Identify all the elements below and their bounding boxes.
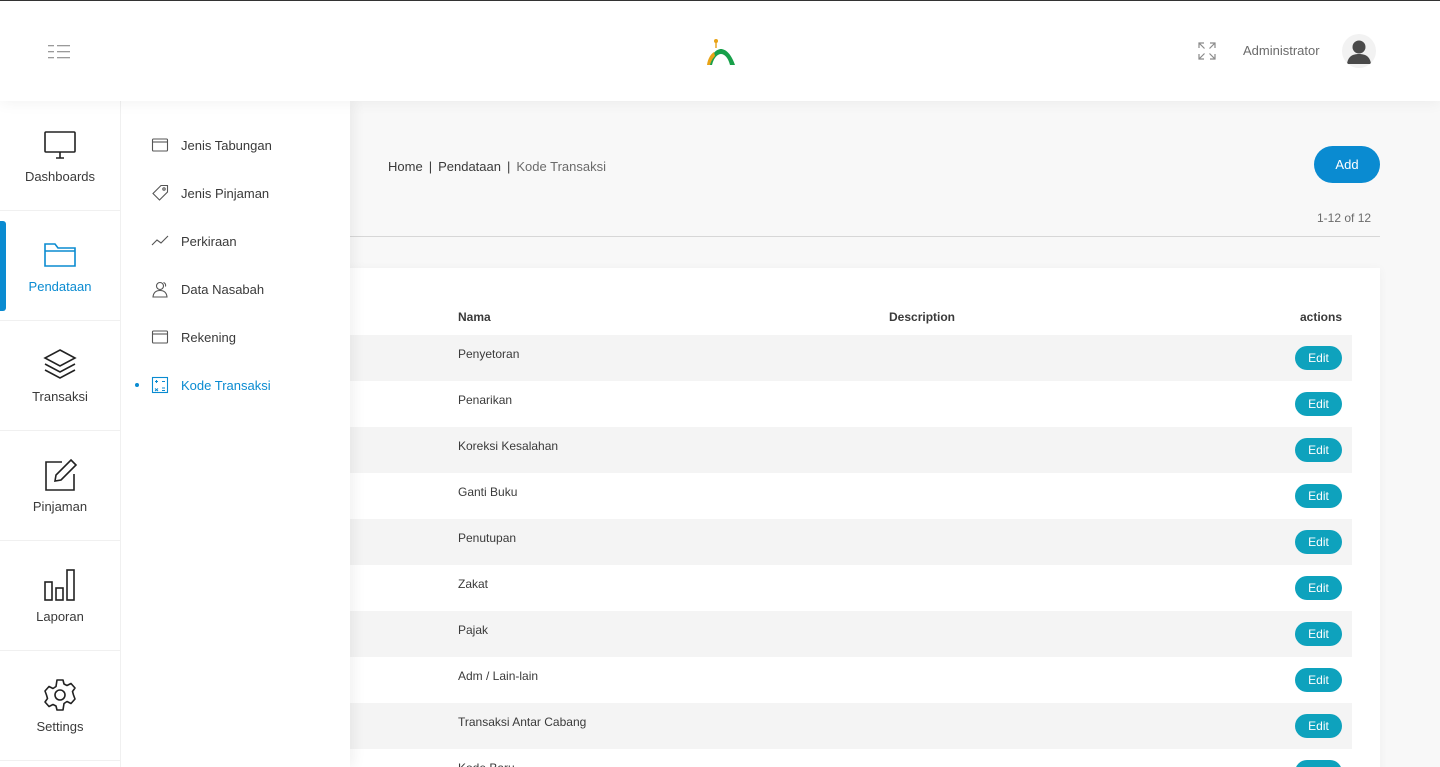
sidebar-item-pendataan[interactable]: Pendataan bbox=[0, 211, 120, 321]
column-header-actions: actions bbox=[1299, 309, 1342, 324]
edit-button[interactable]: Edit bbox=[1295, 438, 1342, 462]
row-description bbox=[889, 519, 1282, 565]
table-row: Penutupan Edit bbox=[328, 519, 1352, 565]
row-description bbox=[889, 611, 1282, 657]
row-description bbox=[889, 565, 1282, 611]
edit-button[interactable]: Edit bbox=[1295, 668, 1342, 692]
divider bbox=[300, 236, 1380, 237]
table-row: Koreksi Kesalahan Edit bbox=[328, 427, 1352, 473]
column-header-description: Description bbox=[889, 309, 956, 324]
sidebar-item-label: Transaksi bbox=[32, 389, 88, 404]
user-name[interactable]: Administrator bbox=[1243, 43, 1320, 58]
row-nama: Transaksi Antar Cabang bbox=[458, 715, 587, 729]
table-row: Pajak Edit bbox=[328, 611, 1352, 657]
table-row: Penarikan Edit bbox=[328, 381, 1352, 427]
sidebar-item-label: Pendataan bbox=[28, 279, 92, 294]
breadcrumb-pendataan[interactable]: Pendataan bbox=[438, 159, 501, 174]
sidebar-item-label: Pinjaman bbox=[32, 499, 88, 514]
edit-button[interactable]: Edit bbox=[1295, 392, 1342, 416]
submenu-item-data-nasabah[interactable]: Data Nasabah bbox=[121, 265, 350, 313]
data-table: Nama Description actions Penyetoran Edit … bbox=[328, 298, 1352, 767]
table-header-row: Nama Description actions bbox=[328, 298, 1352, 335]
column-header-nama: Nama bbox=[458, 309, 491, 324]
wallet-icon bbox=[151, 138, 169, 152]
submenu-item-label: Perkiraan bbox=[181, 233, 237, 249]
sidebar-item-label: Settings bbox=[36, 719, 84, 734]
row-nama: Penarikan bbox=[458, 393, 513, 407]
edit-button[interactable]: Edit bbox=[1295, 576, 1342, 600]
table-card: Nama Description actions Penyetoran Edit … bbox=[300, 268, 1380, 767]
row-nama: Zakat bbox=[458, 577, 489, 591]
submenu-item-label: Rekening bbox=[181, 329, 236, 345]
edit-button[interactable]: Edit bbox=[1295, 346, 1342, 370]
breadcrumb-home[interactable]: Home bbox=[388, 159, 423, 174]
row-nama: Penyetoran bbox=[458, 347, 520, 361]
breadcrumb-current: Kode Transaksi bbox=[516, 159, 606, 174]
submenu-item-label: Jenis Tabungan bbox=[181, 137, 272, 153]
tag-icon bbox=[152, 184, 169, 201]
submenu-item-jenis-tabungan[interactable]: Jenis Tabungan bbox=[121, 121, 350, 169]
logo[interactable] bbox=[703, 35, 739, 69]
submenu-item-label: Data Nasabah bbox=[181, 281, 265, 297]
row-description bbox=[889, 749, 1282, 767]
edit-button[interactable]: Edit bbox=[1295, 760, 1342, 767]
sub-menu: Jenis Tabungan Jenis Pinjaman Perkiraan … bbox=[121, 101, 350, 767]
breadcrumb: Home | Pendataan | Kode Transaksi bbox=[388, 159, 606, 174]
submenu-item-rekening[interactable]: Rekening bbox=[121, 313, 350, 361]
sidebar-item-label: Laporan bbox=[36, 609, 84, 624]
row-description bbox=[889, 381, 1282, 427]
line-chart-icon bbox=[151, 235, 169, 246]
submenu-item-perkiraan[interactable]: Perkiraan bbox=[121, 217, 350, 265]
fullscreen-icon[interactable] bbox=[1198, 42, 1216, 60]
wallet-icon bbox=[151, 330, 169, 344]
row-nama: Pajak bbox=[458, 623, 489, 637]
edit-icon bbox=[45, 458, 78, 491]
row-nama: Ganti Buku bbox=[458, 485, 518, 499]
calculator-icon bbox=[151, 376, 169, 394]
row-nama: Kode Baru bbox=[458, 749, 889, 767]
row-description bbox=[889, 703, 1282, 749]
top-navbar: Administrator bbox=[0, 0, 1440, 101]
menu-icon[interactable] bbox=[48, 45, 72, 59]
sidebar-item-settings[interactable]: Settings bbox=[0, 651, 120, 761]
row-description bbox=[889, 427, 1282, 473]
table-row: Ganti Buku Edit bbox=[328, 473, 1352, 519]
folder-icon bbox=[44, 243, 76, 267]
edit-button[interactable]: Edit bbox=[1295, 530, 1342, 554]
submenu-item-label: Kode Transaksi bbox=[181, 377, 271, 393]
user-avatar-icon[interactable] bbox=[1342, 34, 1376, 68]
edit-button[interactable]: Edit bbox=[1295, 484, 1342, 508]
table-row: Kode Baru Edit bbox=[328, 749, 1352, 767]
table-row: Penyetoran Edit bbox=[328, 335, 1352, 381]
sidebar-item-pinjaman[interactable]: Pinjaman bbox=[0, 431, 120, 541]
table-row: Adm / Lain-lain Edit bbox=[328, 657, 1352, 703]
users-icon bbox=[152, 281, 168, 298]
sidebar-item-transaksi[interactable]: Transaksi bbox=[0, 321, 120, 431]
sidebar-item-laporan[interactable]: Laporan bbox=[0, 541, 120, 651]
record-count: 1-12 of 12 bbox=[1317, 211, 1372, 225]
row-description bbox=[889, 657, 1282, 703]
row-description bbox=[889, 335, 1282, 381]
submenu-item-kode-transaksi[interactable]: Kode Transaksi bbox=[121, 361, 350, 409]
sidebar-item-label: Dashboards bbox=[24, 169, 96, 184]
main-sidebar: Dashboards Pendataan Transaksi Pinjaman … bbox=[0, 101, 121, 767]
row-nama: Adm / Lain-lain bbox=[458, 669, 539, 683]
bar-chart-icon bbox=[44, 569, 75, 601]
row-nama: Koreksi Kesalahan bbox=[458, 439, 559, 453]
submenu-item-label: Jenis Pinjaman bbox=[181, 185, 270, 201]
edit-button[interactable]: Edit bbox=[1295, 714, 1342, 738]
layers-icon bbox=[43, 349, 77, 379]
add-button[interactable]: Add bbox=[1314, 146, 1380, 183]
row-description bbox=[889, 473, 1282, 519]
gear-icon bbox=[44, 679, 76, 711]
row-nama: Penutupan bbox=[458, 531, 517, 545]
submenu-item-jenis-pinjaman[interactable]: Jenis Pinjaman bbox=[121, 169, 350, 217]
monitor-icon bbox=[44, 131, 76, 159]
edit-button[interactable]: Edit bbox=[1295, 622, 1342, 646]
sidebar-item-dashboards[interactable]: Dashboards bbox=[0, 101, 120, 211]
table-row: Transaksi Antar Cabang Edit bbox=[328, 703, 1352, 749]
table-row: Zakat Edit bbox=[328, 565, 1352, 611]
